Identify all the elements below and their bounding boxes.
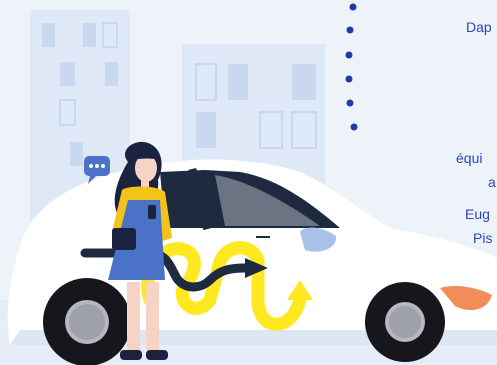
door-handle <box>256 236 270 238</box>
dotted-line <box>345 3 358 131</box>
caption-line-6: Pis <box>473 230 493 246</box>
caption-line-1: Dap <box>466 19 492 35</box>
wheel-front <box>365 282 445 362</box>
wheel-rear <box>43 278 131 365</box>
caption-line-4: a <box>488 174 496 190</box>
caption-line-3: équi <box>456 150 483 166</box>
caption-line-5: Eug <box>465 206 490 222</box>
illustration <box>0 3 497 365</box>
